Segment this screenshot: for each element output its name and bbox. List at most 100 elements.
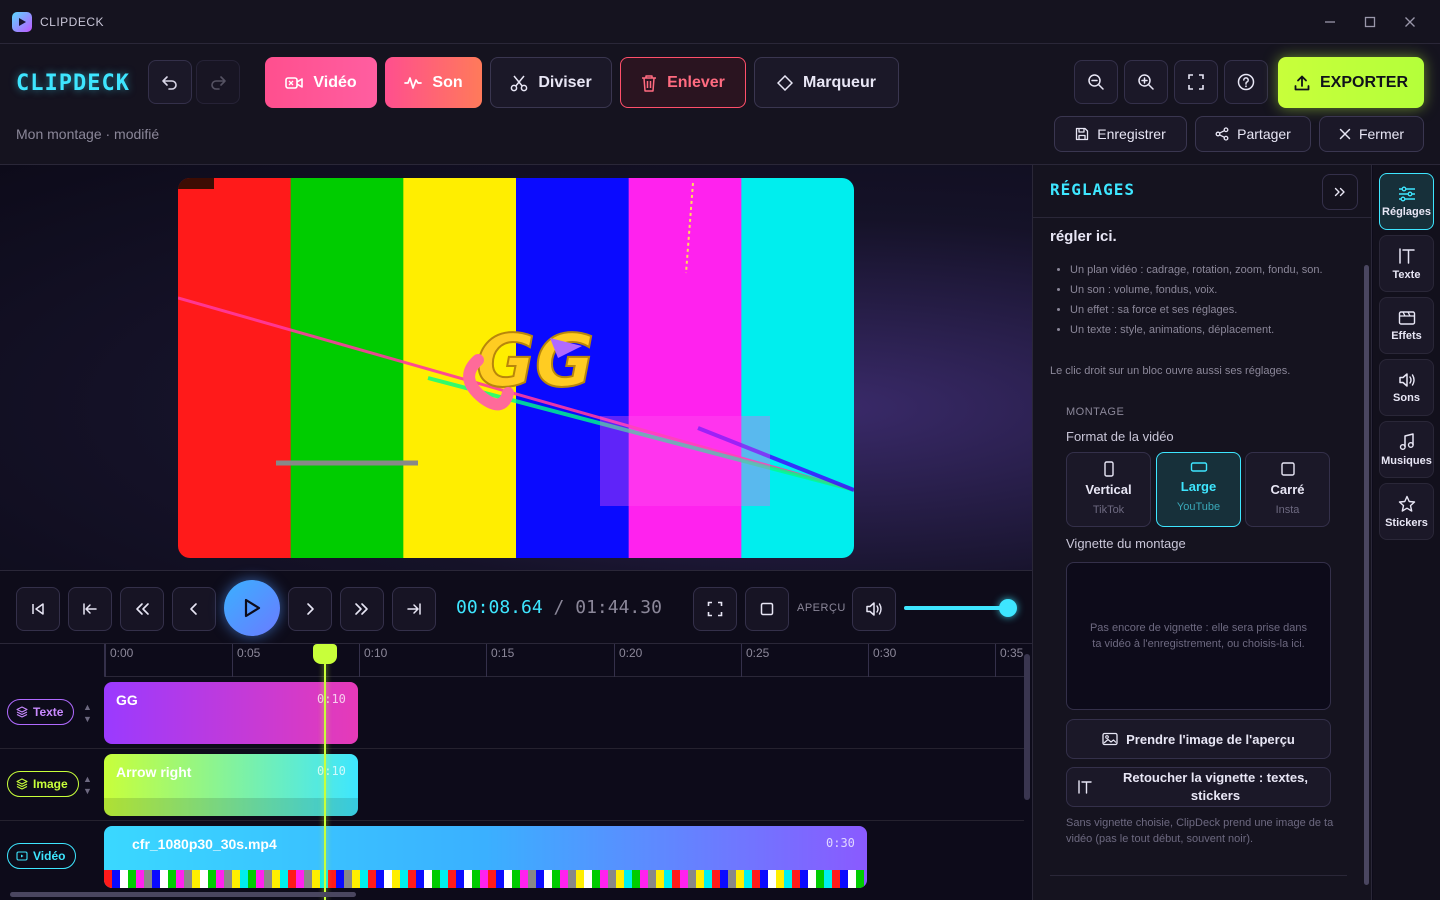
clip-text-gg[interactable]: GG 0:10 xyxy=(104,682,358,744)
panel-divider xyxy=(1033,217,1371,218)
split-button[interactable]: Diviser xyxy=(490,57,612,108)
next-cut-button[interactable] xyxy=(392,587,436,631)
track-reorder-arrows[interactable]: ▲ ▼ xyxy=(83,701,92,725)
clip-video-main[interactable]: cfr_1080p30_30s.mp4 0:30 xyxy=(104,826,867,888)
collapse-panel-button[interactable] xyxy=(1322,174,1358,210)
thumbnail-frame xyxy=(104,870,112,888)
preview-canvas: GG xyxy=(178,178,854,558)
track-label-video[interactable]: Vidéo xyxy=(7,843,77,869)
rail-effects-button[interactable]: Effets xyxy=(1379,297,1434,354)
thumbnail-frame xyxy=(304,870,312,888)
go-to-start-button[interactable] xyxy=(16,587,60,631)
fast-forward-button[interactable] xyxy=(340,587,384,631)
help-button[interactable] xyxy=(1224,60,1268,104)
film-icon xyxy=(16,851,28,861)
preview-mode-button[interactable] xyxy=(745,587,789,631)
help-item: Un texte : style, animations, déplacemen… xyxy=(1070,322,1342,338)
jump-forward-icon xyxy=(407,603,421,615)
format-wide-button[interactable]: Large YouTube xyxy=(1156,452,1241,527)
time-ruler[interactable]: 0:00 0:05 0:10 0:15 0:20 0:25 0:30 0:35 xyxy=(104,644,1024,677)
zoom-out-button[interactable] xyxy=(1074,60,1118,104)
playhead-handle[interactable] xyxy=(313,644,337,664)
take-preview-frame-button[interactable]: Prendre l'image de l'aperçu xyxy=(1066,719,1331,759)
preview-overlay-text: GG xyxy=(476,319,594,403)
fullscreen-icon xyxy=(707,601,723,617)
fullscreen-preview-button[interactable] xyxy=(693,587,737,631)
thumbnail-frame xyxy=(768,870,776,888)
rail-stickers-button[interactable]: Stickers xyxy=(1379,483,1434,540)
undo-button[interactable] xyxy=(148,60,192,104)
retouch-thumbnail-button[interactable]: Retoucher la vignette : textes, stickers xyxy=(1066,767,1331,807)
thumbnail-frame xyxy=(584,870,592,888)
thumbnail-frame xyxy=(744,870,752,888)
thumbnail-frame xyxy=(704,870,712,888)
thumbnail-dropzone[interactable]: Pas encore de vignette : elle sera prise… xyxy=(1066,562,1331,710)
thumbnail-frame xyxy=(760,870,768,888)
ruler-tick: 0:05 xyxy=(232,644,260,677)
thumbnail-frame xyxy=(624,870,632,888)
thumbnail-frame xyxy=(776,870,784,888)
thumbnail-frame xyxy=(840,870,848,888)
clip-image-arrow[interactable]: Arrow right 0:10 xyxy=(104,754,358,816)
timeline-vertical-scrollbar[interactable] xyxy=(1024,654,1030,800)
format-name: Carré xyxy=(1270,482,1305,497)
add-video-button[interactable]: Vidéo xyxy=(265,57,377,108)
thumbnail-frame xyxy=(240,870,248,888)
video-preview[interactable]: GG xyxy=(178,178,854,558)
export-button[interactable]: EXPORTER xyxy=(1278,57,1424,108)
format-vertical-button[interactable]: Vertical TikTok xyxy=(1066,452,1151,527)
fit-timeline-button[interactable] xyxy=(1174,60,1218,104)
volume-slider[interactable] xyxy=(904,606,1008,610)
thumbnail-frame xyxy=(416,870,424,888)
minimize-button[interactable] xyxy=(1310,0,1350,44)
thumbnail-frame xyxy=(448,870,456,888)
step-forward-button[interactable] xyxy=(288,587,332,631)
image-icon xyxy=(1102,732,1118,746)
remove-button[interactable]: Enlever xyxy=(620,57,746,108)
marker-button[interactable]: Marqueur xyxy=(754,57,899,108)
rail-text-button[interactable]: Texte xyxy=(1379,235,1434,292)
thumbnail-label: Vignette du montage xyxy=(1066,536,1186,551)
play-button[interactable] xyxy=(224,580,280,636)
track-reorder-arrows[interactable]: ▲ ▼ xyxy=(83,773,92,797)
format-square-button[interactable]: Carré Insta xyxy=(1245,452,1330,527)
thumbnail-frame xyxy=(856,870,864,888)
volume-knob[interactable] xyxy=(999,599,1017,617)
music-note-icon xyxy=(1399,432,1414,450)
zoom-in-button[interactable] xyxy=(1124,60,1168,104)
help-item: Un plan vidéo : cadrage, rotation, zoom,… xyxy=(1070,262,1342,278)
rail-sounds-button[interactable]: Sons xyxy=(1379,359,1434,416)
help-note: Le clic droit sur un bloc ouvre aussi se… xyxy=(1050,365,1291,377)
track-label-text[interactable]: Texte xyxy=(7,699,75,725)
jump-back-icon xyxy=(83,603,97,615)
close-project-button[interactable]: Fermer xyxy=(1319,116,1424,152)
panel-scrollbar[interactable] xyxy=(1364,265,1369,885)
rewind-button[interactable] xyxy=(120,587,164,631)
track-label-image[interactable]: Image xyxy=(7,771,79,797)
thumbnail-frame xyxy=(160,870,168,888)
save-button[interactable]: Enregistrer xyxy=(1054,116,1187,152)
format-sub: TikTok xyxy=(1092,504,1125,516)
thumbnail-frame xyxy=(176,870,184,888)
star-icon xyxy=(1398,495,1415,512)
playhead[interactable] xyxy=(324,644,326,900)
clip-name: Arrow right xyxy=(116,764,192,780)
add-sound-button[interactable]: Son xyxy=(385,57,482,108)
thumbnail-frame xyxy=(720,870,728,888)
redo-button[interactable] xyxy=(196,60,240,104)
step-back-button[interactable] xyxy=(172,587,216,631)
rail-label: Texte xyxy=(1392,268,1421,281)
mute-button[interactable] xyxy=(852,587,896,631)
share-button[interactable]: Partager xyxy=(1195,116,1311,152)
thumbnail-frame xyxy=(784,870,792,888)
timeline-horizontal-scrollbar[interactable] xyxy=(10,892,356,897)
right-rail: Réglages Texte Effets Sons Musiques Stic… xyxy=(1373,165,1440,900)
maximize-button[interactable] xyxy=(1350,0,1390,44)
rail-settings-button[interactable]: Réglages xyxy=(1379,173,1434,230)
help-item: Un effet : sa force et ses réglages. xyxy=(1070,302,1342,318)
thumbnail-frame xyxy=(392,870,400,888)
rail-music-button[interactable]: Musiques xyxy=(1379,421,1434,478)
previous-cut-button[interactable] xyxy=(68,587,112,631)
close-window-button[interactable] xyxy=(1390,0,1430,44)
thumbnail-frame xyxy=(608,870,616,888)
